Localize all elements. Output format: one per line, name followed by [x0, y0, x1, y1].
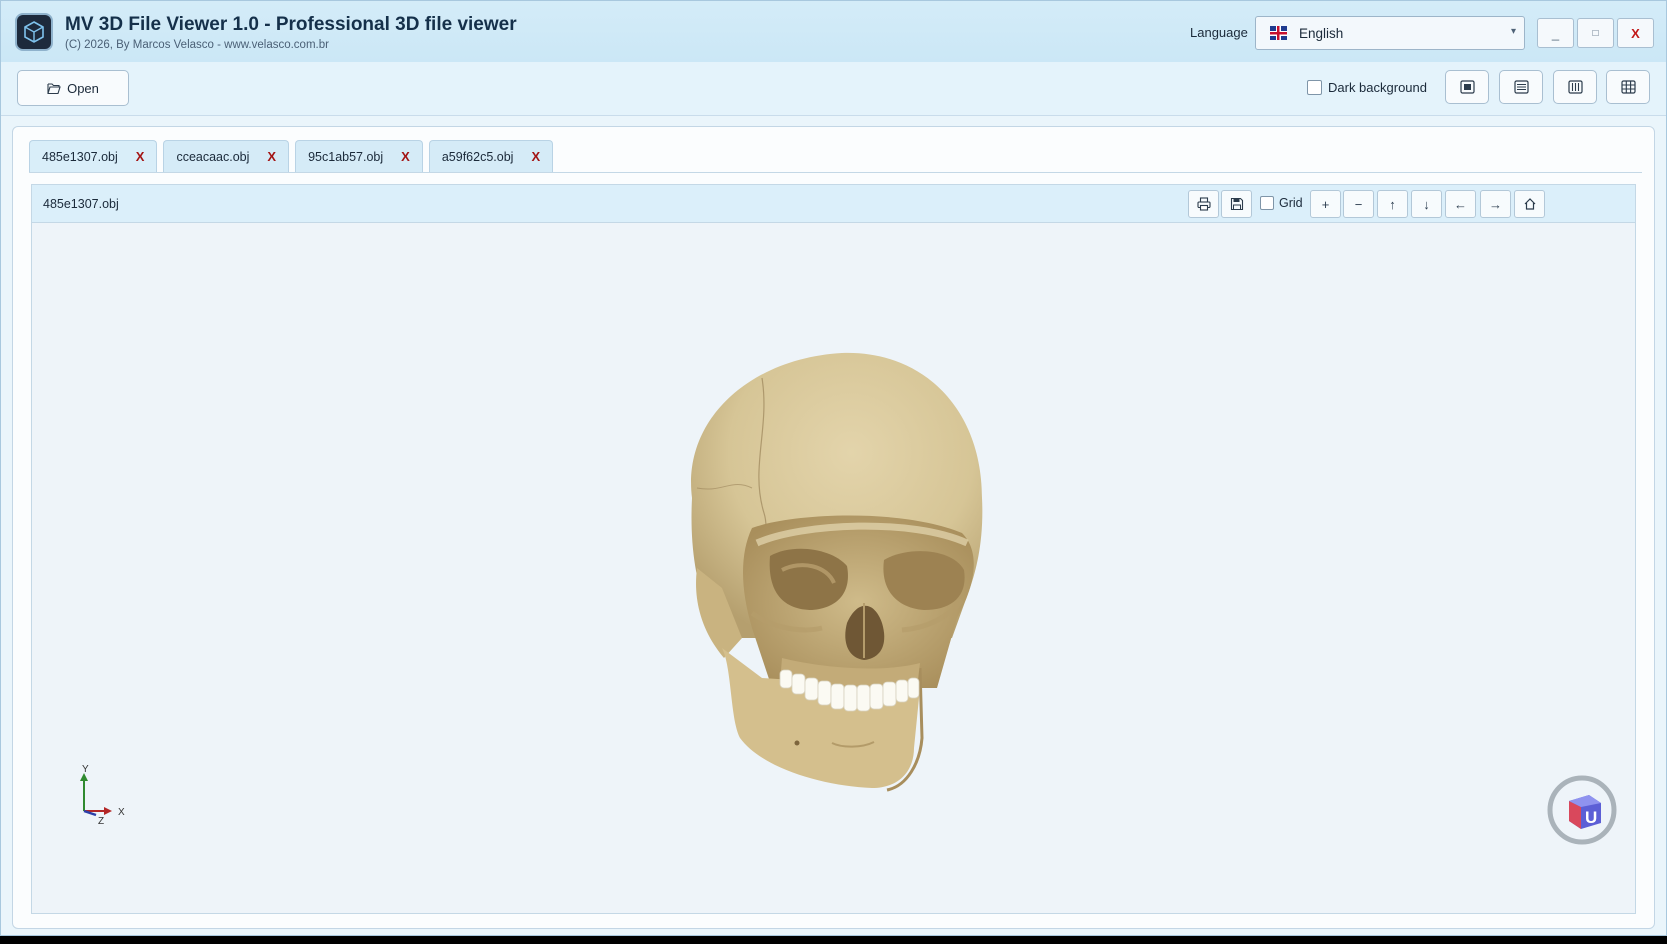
- single-view-icon: [1459, 80, 1475, 94]
- save-button[interactable]: [1221, 190, 1252, 218]
- maximize-button[interactable]: □: [1577, 18, 1614, 48]
- tab-label: 95c1ab57.obj: [308, 149, 384, 164]
- main-panel: 485e1307.obj X cceacaac.obj X 95c1ab57.o…: [12, 126, 1655, 929]
- document-title: 485e1307.obj: [43, 197, 119, 211]
- open-button-label: Open: [67, 80, 99, 96]
- skull-model[interactable]: [652, 338, 1012, 798]
- tab-close-button[interactable]: X: [401, 149, 410, 164]
- home-icon: [1524, 198, 1535, 210]
- tab-485e1307[interactable]: 485e1307.obj X: [29, 140, 158, 172]
- tab-a59f62c5[interactable]: a59f62c5.obj X: [428, 140, 554, 172]
- taskbar-edge: [0, 936, 1667, 944]
- app-title: MV 3D File Viewer 1.0 - Professional 3D …: [65, 14, 517, 35]
- horizontal-split-icon: [1513, 80, 1529, 94]
- z-axis-label: Z: [98, 816, 104, 827]
- dark-background-checkbox[interactable]: [1307, 80, 1322, 95]
- navigation-cube-icon[interactable]: U: [1545, 773, 1619, 847]
- svg-text:U: U: [1585, 808, 1597, 827]
- document-header: 485e1307.obj Grid + − ↑ ↓ ← →: [32, 185, 1635, 223]
- language-label: Language: [1190, 25, 1248, 40]
- grid-checkbox[interactable]: [1260, 196, 1274, 210]
- y-axis-label: Y: [82, 764, 89, 775]
- 3d-viewport[interactable]: Y X Z U: [32, 223, 1635, 913]
- vertical-split-icon: [1567, 80, 1583, 94]
- main-toolbar: Open Dark background: [1, 62, 1666, 116]
- grid-toggle[interactable]: Grid: [1260, 196, 1303, 210]
- reset-view-button[interactable]: [1514, 190, 1545, 218]
- document-panel: 485e1307.obj Grid + − ↑ ↓ ← → Y X Z U: [31, 184, 1636, 914]
- tab-close-button[interactable]: X: [136, 149, 145, 164]
- app-logo-icon: [15, 13, 53, 51]
- pan-up-button[interactable]: ↑: [1377, 190, 1408, 218]
- app-subtitle: (C) 2026, By Marcos Velasco - www.velasc…: [65, 39, 329, 51]
- pan-right-button[interactable]: →: [1480, 190, 1511, 218]
- tab-label: a59f62c5.obj: [441, 149, 514, 164]
- dark-background-toggle[interactable]: Dark background: [1307, 80, 1427, 95]
- tab-label: cceacaac.obj: [176, 149, 250, 164]
- title-bar: MV 3D File Viewer 1.0 - Professional 3D …: [1, 1, 1666, 62]
- grid-view-button[interactable]: [1606, 70, 1650, 104]
- app-window: MV 3D File Viewer 1.0 - Professional 3D …: [0, 0, 1667, 936]
- chevron-down-icon: ▾: [1510, 26, 1516, 37]
- print-button[interactable]: [1188, 190, 1219, 218]
- tab-label: 485e1307.obj: [42, 149, 118, 164]
- language-value: English: [1299, 25, 1344, 41]
- grid-view-icon: [1620, 80, 1636, 94]
- close-button[interactable]: X: [1617, 18, 1654, 48]
- open-button[interactable]: Open: [17, 70, 129, 106]
- tab-cceacaac[interactable]: cceacaac.obj X: [163, 140, 290, 172]
- vertical-split-button[interactable]: [1553, 70, 1597, 104]
- tab-divider: [29, 172, 1642, 173]
- x-axis-label: X: [118, 807, 125, 818]
- language-select[interactable]: English ▾: [1255, 16, 1525, 50]
- zoom-out-button[interactable]: −: [1343, 190, 1374, 218]
- grid-label: Grid: [1279, 196, 1303, 210]
- printer-icon: [1196, 197, 1211, 211]
- tab-close-button[interactable]: X: [531, 149, 540, 164]
- uk-flag-icon: [1270, 26, 1287, 40]
- axes-indicator-icon: Y X Z: [80, 764, 125, 827]
- dark-background-label: Dark background: [1328, 80, 1427, 95]
- save-disk-icon: [1230, 197, 1243, 211]
- zoom-in-button[interactable]: +: [1310, 190, 1341, 218]
- tab-close-button[interactable]: X: [267, 149, 276, 164]
- single-view-button[interactable]: [1445, 70, 1489, 104]
- pan-down-button[interactable]: ↓: [1411, 190, 1442, 218]
- folder-open-icon: [47, 82, 61, 94]
- pan-left-button[interactable]: ←: [1445, 190, 1476, 218]
- file-tabs: 485e1307.obj X cceacaac.obj X 95c1ab57.o…: [29, 140, 554, 172]
- horizontal-split-button[interactable]: [1499, 70, 1543, 104]
- minimize-button[interactable]: _: [1537, 18, 1574, 48]
- tab-95c1ab57[interactable]: 95c1ab57.obj X: [295, 140, 423, 172]
